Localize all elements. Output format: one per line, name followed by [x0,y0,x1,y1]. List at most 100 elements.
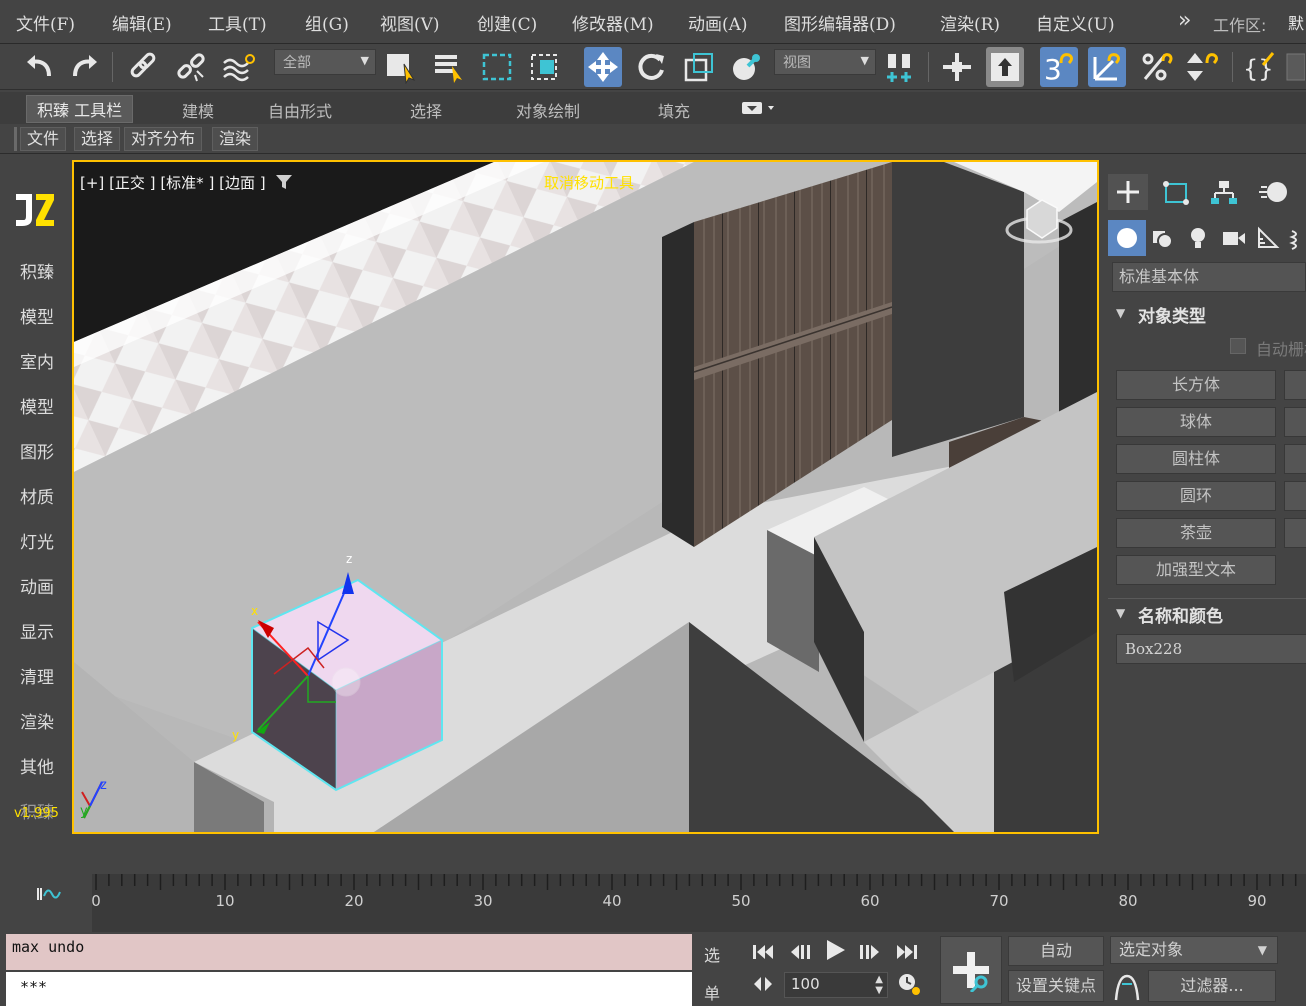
link-icon[interactable] [124,47,162,87]
tab-populate[interactable]: 填充 [658,98,690,122]
sidebar-item-lights[interactable]: 灯光 [20,528,54,553]
key-filter-selection-dropdown[interactable]: 选定对象 ▼ [1110,936,1278,964]
viewport-shading-menu[interactable]: [标准* ] [160,174,214,192]
key-tangent-icon[interactable] [1112,972,1142,1002]
auto-key-button[interactable]: 自动 [1008,936,1104,966]
sidebar-item-model-2[interactable]: 模型 [20,393,54,418]
angle-snap-toggle-icon[interactable] [1088,47,1126,87]
subtab-select[interactable]: 选择 [74,127,121,151]
menu-file[interactable]: 文件(F) [16,10,75,35]
menu-create[interactable]: 创建(C) [477,10,537,35]
perspective-viewport[interactable]: [+] [正交 ] [标准* ] [边面 ] 取消移动工具 x z y z y [72,160,1099,834]
named-selection-set-icon[interactable] [1284,47,1306,87]
rotate-icon[interactable] [632,47,670,87]
viewport-edges-menu[interactable]: [边面 ] [219,174,265,192]
go-to-start-icon[interactable] [748,938,778,966]
time-configuration-icon[interactable] [894,970,924,998]
sphere-button[interactable]: 球体 [1116,407,1276,437]
name-color-rollout-title[interactable]: 名称和颜色 [1138,602,1223,627]
ribbon-options-icon[interactable] [742,99,778,121]
sidebar-item-materials[interactable]: 材质 [20,483,54,508]
percent-snap-toggle-icon[interactable] [1138,47,1176,87]
go-to-end-icon[interactable] [892,938,922,966]
motion-panel-icon[interactable] [1254,174,1294,210]
geosphere-button[interactable] [1284,407,1306,437]
teapot-button[interactable]: 茶壶 [1116,518,1276,548]
lights-category-icon[interactable] [1180,220,1216,256]
tab-object-paint[interactable]: 对象绘制 [516,98,580,122]
viewport-plus-menu[interactable]: [+] [80,174,104,192]
menu-animation[interactable]: 动画(A) [688,10,748,35]
bind-space-warp-icon[interactable] [220,47,258,87]
rectangular-selection-icon[interactable] [478,47,516,87]
edit-named-selection-icon[interactable]: {} [1240,47,1278,87]
autogrid-checkbox[interactable] [1230,338,1246,354]
box-button[interactable]: 长方体 [1116,370,1276,400]
menu-group[interactable]: 组(G) [305,10,349,35]
curve-editor-icon[interactable] [36,884,62,908]
subtab-render[interactable]: 渲染 [212,127,259,151]
key-filters-button[interactable]: 过滤器... [1148,970,1276,1002]
maxscript-listener-line[interactable]: max undo [6,934,692,970]
sidebar-item-cleanup[interactable]: 清理 [20,663,54,688]
tab-jizhen-toolbar[interactable]: 积臻 工具栏 [26,95,134,123]
snaps-toggle-icon[interactable]: 3 [1040,47,1078,87]
play-icon[interactable] [820,936,850,964]
undo-icon[interactable] [20,47,58,87]
viewport-view-menu[interactable]: [正交 ] [109,174,155,192]
torus-button[interactable]: 圆环 [1116,481,1276,511]
sidebar-item-render[interactable]: 渲染 [20,708,54,733]
sidebar-item-model[interactable]: 模型 [20,303,54,328]
sidebar-item-other[interactable]: 其他 [20,753,54,778]
subtab-file[interactable]: 文件 [20,127,67,151]
create-panel-plus-icon[interactable] [1108,174,1148,210]
sidebar-item-interior[interactable]: 室内 [20,348,54,373]
previous-frame-icon[interactable] [786,938,816,966]
menu-modifiers[interactable]: 修改器(M) [572,10,654,35]
next-frame-icon[interactable] [854,938,884,966]
name-color-collapse-icon[interactable]: ▼ [1116,606,1125,620]
shapes-category-icon[interactable] [1144,220,1180,256]
set-key-button[interactable]: 设置关键点 [1008,970,1104,1002]
keyboard-shortcut-override-icon[interactable] [986,47,1024,87]
sidebar-item-animation[interactable]: 动画 [20,573,54,598]
tab-modeling[interactable]: 建模 [182,98,214,122]
unlink-icon[interactable] [172,47,210,87]
textplus-button[interactable]: 加强型文本 [1116,555,1276,585]
cylinder-button[interactable]: 圆柱体 [1116,444,1276,474]
hierarchy-panel-icon[interactable] [1204,174,1244,210]
scale-icon[interactable] [680,47,718,87]
tab-selection[interactable]: 选择 [410,98,442,122]
sidebar-item-display[interactable]: 显示 [20,618,54,643]
viewport-label[interactable]: [+] [正交 ] [标准* ] [边面 ] [80,172,293,194]
select-manipulate-icon[interactable] [938,47,976,87]
object-type-rollout-title[interactable]: 对象类型 [1138,302,1206,327]
workspace-dropdown[interactable]: 默 [1288,10,1304,34]
rollout-collapse-icon[interactable]: ▼ [1116,306,1125,320]
modify-panel-icon[interactable] [1156,174,1196,210]
set-key-big-icon[interactable] [940,936,1002,1004]
object-name-field[interactable]: Box228 [1116,634,1306,664]
move-icon[interactable] [584,47,622,87]
sidebar-item-jizhen[interactable]: 积臻 [20,258,54,283]
cone-button[interactable] [1284,370,1306,400]
select-by-name-icon[interactable] [430,47,468,87]
menu-edit[interactable]: 编辑(E) [112,10,172,35]
placement-icon[interactable] [728,47,766,87]
pyramid-button[interactable] [1284,481,1306,511]
helpers-category-icon[interactable] [1250,220,1286,256]
menu-view[interactable]: 视图(V) [380,10,440,35]
geometry-category-icon[interactable] [1108,220,1146,256]
menu-tools[interactable]: 工具(T) [208,10,267,35]
tab-freeform[interactable]: 自由形式 [268,98,332,122]
spinner-snap-toggle-icon[interactable] [1184,47,1222,87]
selection-filter-dropdown[interactable]: 全部 ▼ [274,49,376,75]
sidebar-item-shapes[interactable]: 图形 [20,438,54,463]
menu-rendering[interactable]: 渲染(R) [940,10,1000,35]
pivot-point-icon[interactable] [880,47,918,87]
current-frame-spinner[interactable]: 100 ▲ ▼ [784,972,888,998]
reference-coord-dropdown[interactable]: 视图 ▼ [774,49,876,75]
plane-button[interactable] [1284,518,1306,548]
window-crossing-icon[interactable] [526,47,564,87]
object-category-dropdown[interactable]: 标准基本体 [1112,262,1306,292]
